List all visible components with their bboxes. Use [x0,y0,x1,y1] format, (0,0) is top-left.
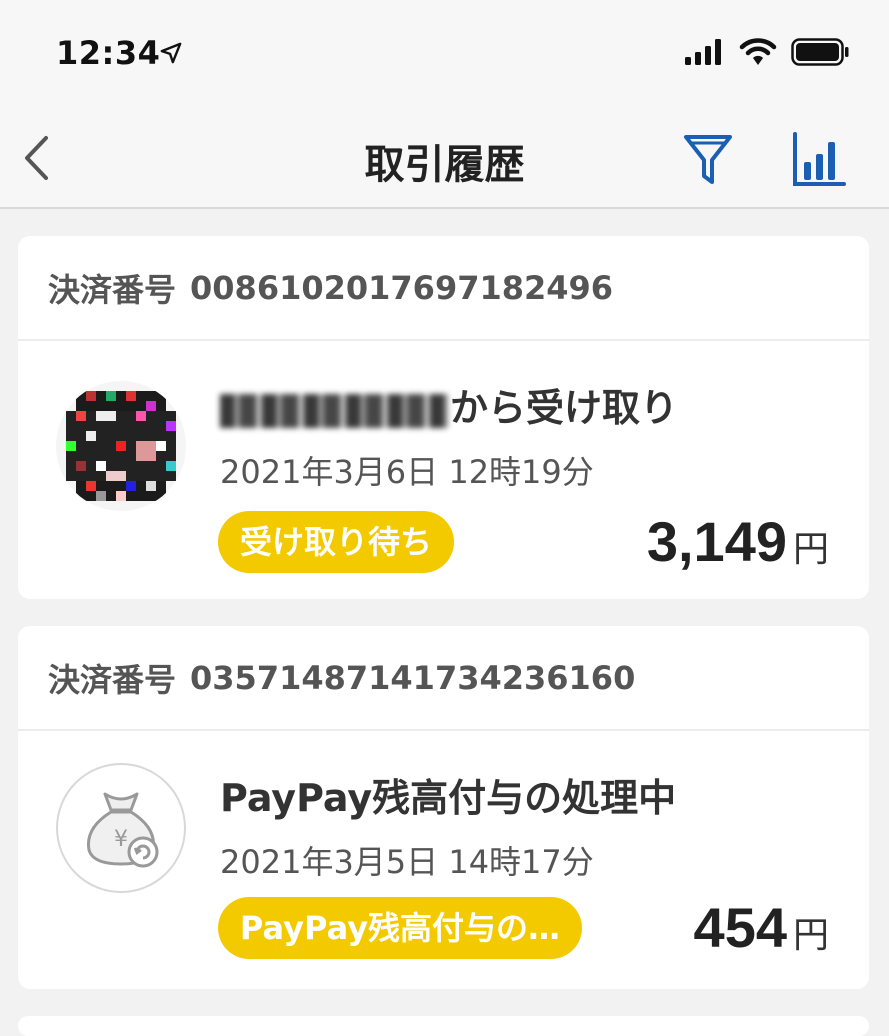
svg-text:¥: ¥ [114,827,128,852]
battery-icon [791,38,849,66]
transaction-amount: 3,149 円 [647,509,829,574]
transaction-date: 2021年3月6日 12時19分 [220,453,594,491]
bar-chart-icon[interactable] [790,130,846,190]
transaction-card-partial[interactable] [18,1016,869,1036]
avatar [56,381,186,511]
pixelated-avatar-image [56,381,186,511]
currency-unit: 円 [792,529,829,570]
payment-number-label: 決済番号 [48,270,177,309]
payment-number-label: 決済番号 [48,660,177,699]
transaction-title: PayPay残高付与の処理中 [220,776,677,820]
money-bag-yen-icon: ¥ [86,792,159,868]
payment-number: 0357148714173423616​0 [190,658,636,697]
status-badge: 受け取り待ち [218,511,455,573]
payment-number-row: 決済番号 0086102017697182496 [18,236,869,341]
payment-number: 0086102017697182496 [190,268,614,307]
status-badge: PayPay残高付与の… [218,897,582,959]
amount-value: 3,149 [646,510,787,573]
avatar: ¥ [56,763,186,893]
nav-bar: 取引履歴 [0,108,889,209]
filter-icon[interactable] [682,132,734,188]
transaction-amount: 454 円 [694,895,829,960]
wifi-icon [739,38,777,65]
status-bar: 12:34 [0,0,889,108]
cellular-signal-icon [685,39,721,65]
transaction-title: から受け取り [220,377,678,432]
transaction-card[interactable]: 決済番号 0086102017697182496 から受け取り 2021年3月6… [18,236,869,599]
transaction-date: 2021年3月5日 14時17分 [220,843,594,881]
redacted-sender-name [220,393,448,428]
status-icons [685,38,849,66]
location-arrow-icon [160,42,182,64]
transaction-title-text: から受け取り [450,386,679,430]
amount-value: 454 [693,896,787,959]
transaction-card[interactable]: 決済番号 0357148714173423616​0 ¥ PayPay残高付与の… [18,626,869,989]
currency-unit: 円 [792,915,829,956]
status-time: 12:34 [56,34,161,72]
page-title: 取引履歴 [364,142,525,188]
payment-number-row: 決済番号 0357148714173423616​0 [18,626,869,731]
